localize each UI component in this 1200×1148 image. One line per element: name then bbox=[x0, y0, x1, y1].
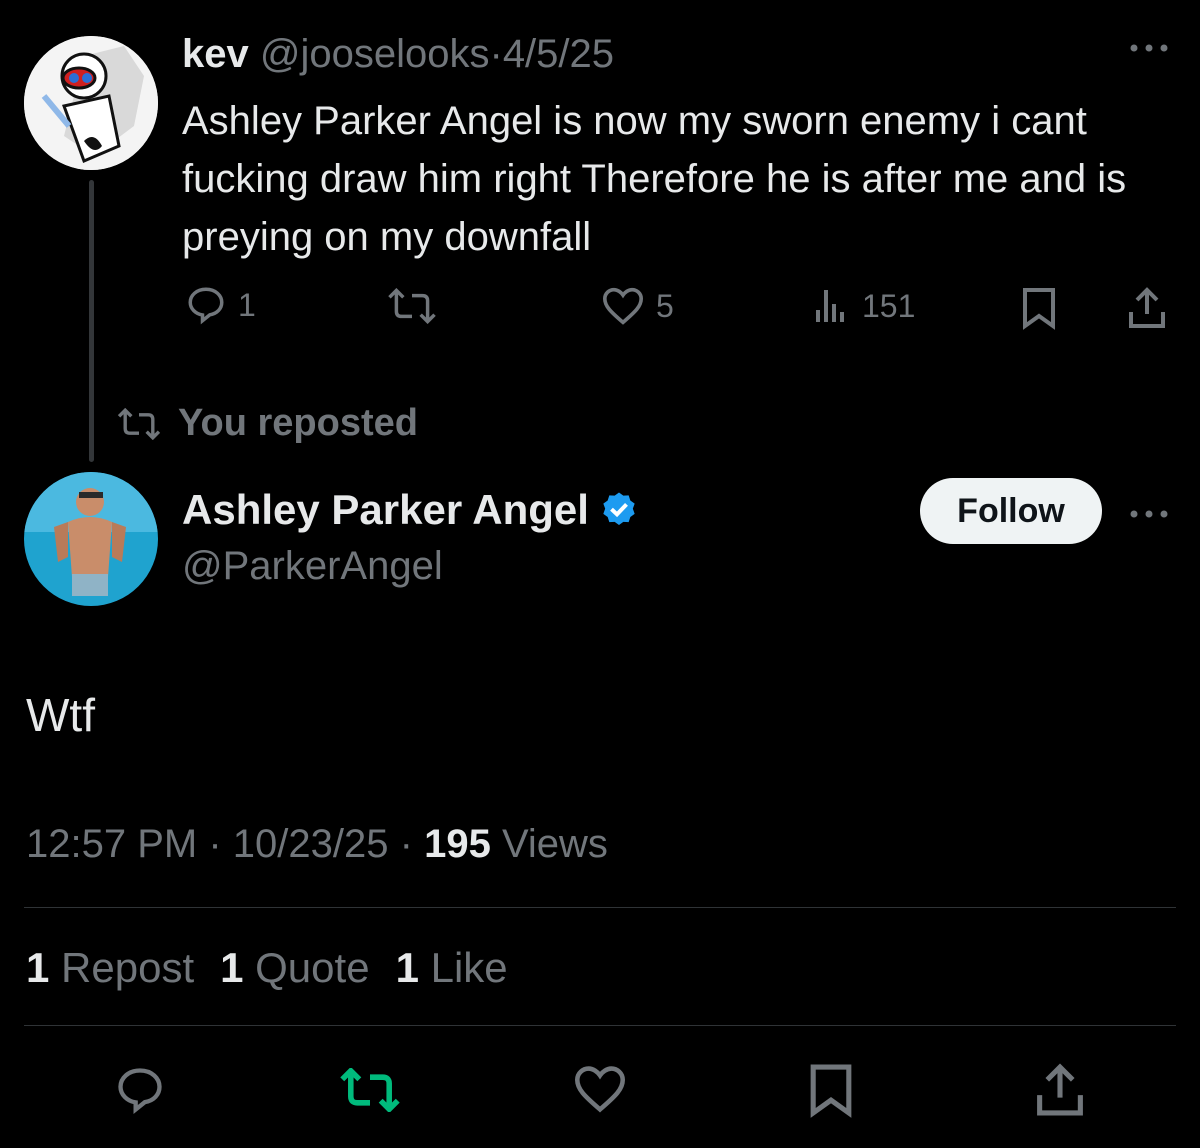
quotes-count: 1 bbox=[220, 944, 244, 991]
reposts-label: Repost bbox=[61, 944, 195, 991]
share-icon bbox=[1126, 286, 1168, 330]
reposts-stat[interactable]: 1 Repost bbox=[26, 944, 194, 992]
main-more-icon[interactable] bbox=[1128, 498, 1170, 532]
quoted-more-icon[interactable] bbox=[1128, 32, 1170, 66]
repost-icon bbox=[386, 288, 438, 324]
bookmark-action[interactable] bbox=[1020, 286, 1058, 330]
bottom-like-button[interactable] bbox=[572, 1064, 628, 1114]
quoted-handle[interactable]: @jooselooks bbox=[260, 32, 490, 76]
engagement-stats: 1 Repost 1 Quote 1 Like bbox=[26, 944, 508, 992]
reply-action[interactable]: 1 bbox=[184, 284, 256, 326]
heart-icon bbox=[572, 1064, 628, 1114]
like-action[interactable]: 5 bbox=[600, 286, 674, 326]
main-time[interactable]: 12:57 PM bbox=[26, 822, 197, 866]
repost-banner: You reposted bbox=[116, 402, 418, 445]
main-author[interactable]: Ashley Parker Angel bbox=[182, 486, 639, 534]
repost-active-icon bbox=[338, 1068, 402, 1112]
views-action[interactable]: 151 bbox=[812, 286, 915, 326]
verified-badge-icon bbox=[599, 490, 639, 530]
avatar-kev[interactable] bbox=[24, 36, 158, 170]
quoted-separator: · bbox=[489, 32, 503, 76]
likes-stat[interactable]: 1 Like bbox=[396, 944, 508, 992]
reply-icon bbox=[184, 284, 228, 326]
main-views-count: 195 bbox=[424, 822, 491, 866]
bookmark-icon bbox=[808, 1062, 854, 1118]
main-meta-separator-1: · bbox=[208, 822, 222, 866]
quotes-label: Quote bbox=[255, 944, 370, 991]
reposts-count: 1 bbox=[26, 944, 50, 991]
bottom-repost-button[interactable] bbox=[338, 1068, 402, 1112]
main-meta-separator-2: · bbox=[399, 822, 413, 866]
share-action[interactable] bbox=[1126, 286, 1168, 330]
reply-count: 1 bbox=[238, 286, 256, 323]
reply-icon bbox=[112, 1064, 168, 1116]
main-meta: 12:57 PM · 10/23/25 · 195 Views bbox=[26, 822, 608, 867]
quoted-date[interactable]: 4/5/25 bbox=[503, 32, 614, 76]
main-handle[interactable]: @ParkerAngel bbox=[182, 544, 443, 589]
main-tweet-text: Wtf bbox=[26, 689, 95, 741]
thread-line bbox=[89, 180, 94, 462]
bottom-bookmark-button[interactable] bbox=[808, 1062, 854, 1118]
avatar-ashley[interactable] bbox=[24, 472, 158, 606]
bookmark-icon bbox=[1020, 286, 1058, 330]
bottom-share-button[interactable] bbox=[1034, 1062, 1086, 1118]
heart-icon bbox=[600, 286, 646, 326]
repost-banner-icon bbox=[116, 407, 162, 440]
main-date[interactable]: 10/23/25 bbox=[233, 822, 389, 866]
share-icon bbox=[1034, 1062, 1086, 1118]
quoted-header: kev @jooselooks·4/5/25 bbox=[182, 32, 614, 77]
like-count: 5 bbox=[656, 287, 674, 324]
views-icon bbox=[812, 286, 852, 326]
divider-bottom bbox=[24, 1025, 1176, 1026]
repost-action[interactable] bbox=[386, 288, 438, 324]
likes-count: 1 bbox=[395, 944, 419, 991]
bottom-reply-button[interactable] bbox=[112, 1064, 168, 1116]
quoted-display-name[interactable]: kev bbox=[182, 32, 249, 76]
follow-button[interactable]: Follow bbox=[920, 478, 1102, 544]
divider-top bbox=[24, 907, 1176, 908]
quotes-stat[interactable]: 1 Quote bbox=[220, 944, 369, 992]
likes-label: Like bbox=[430, 944, 508, 991]
views-count: 151 bbox=[862, 287, 916, 324]
quoted-text: Ashley Parker Angel is now my sworn enem… bbox=[182, 99, 1127, 259]
repost-banner-label: You reposted bbox=[178, 402, 418, 444]
main-display-name[interactable]: Ashley Parker Angel bbox=[182, 486, 589, 534]
main-views-label: Views bbox=[501, 822, 608, 866]
